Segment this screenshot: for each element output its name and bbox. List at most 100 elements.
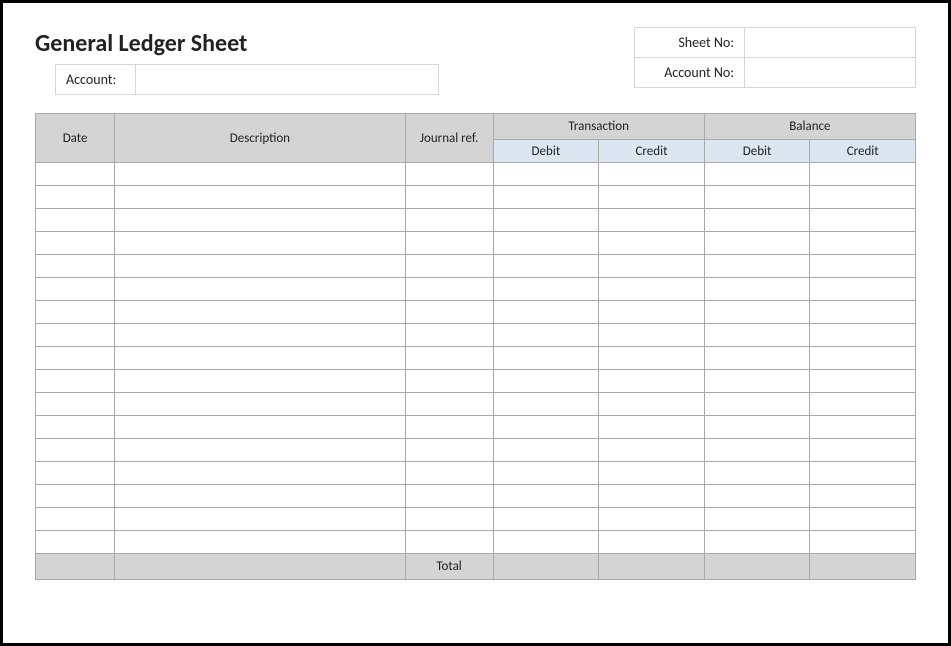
cell-date[interactable] bbox=[36, 278, 115, 301]
cell-b_credit[interactable] bbox=[810, 301, 916, 324]
cell-journal_ref[interactable] bbox=[405, 278, 493, 301]
cell-journal_ref[interactable] bbox=[405, 393, 493, 416]
cell-b_credit[interactable] bbox=[810, 278, 916, 301]
cell-b_debit[interactable] bbox=[704, 278, 810, 301]
cell-date[interactable] bbox=[36, 209, 115, 232]
cell-b_debit[interactable] bbox=[704, 163, 810, 186]
cell-t_credit[interactable] bbox=[599, 255, 705, 278]
cell-t_debit[interactable] bbox=[493, 508, 599, 531]
cell-b_credit[interactable] bbox=[810, 232, 916, 255]
cell-description[interactable] bbox=[115, 209, 405, 232]
cell-t_credit[interactable] bbox=[599, 439, 705, 462]
cell-b_credit[interactable] bbox=[810, 370, 916, 393]
cell-b_credit[interactable] bbox=[810, 255, 916, 278]
cell-journal_ref[interactable] bbox=[405, 462, 493, 485]
cell-b_debit[interactable] bbox=[704, 255, 810, 278]
cell-b_debit[interactable] bbox=[704, 301, 810, 324]
cell-b_credit[interactable] bbox=[810, 324, 916, 347]
cell-t_debit[interactable] bbox=[493, 485, 599, 508]
cell-t_credit[interactable] bbox=[599, 163, 705, 186]
cell-journal_ref[interactable] bbox=[405, 347, 493, 370]
cell-b_debit[interactable] bbox=[704, 370, 810, 393]
cell-description[interactable] bbox=[115, 531, 405, 554]
cell-journal_ref[interactable] bbox=[405, 163, 493, 186]
cell-t_credit[interactable] bbox=[599, 278, 705, 301]
cell-t_debit[interactable] bbox=[493, 255, 599, 278]
cell-journal_ref[interactable] bbox=[405, 232, 493, 255]
cell-date[interactable] bbox=[36, 508, 115, 531]
cell-t_debit[interactable] bbox=[493, 232, 599, 255]
cell-t_debit[interactable] bbox=[493, 278, 599, 301]
cell-description[interactable] bbox=[115, 485, 405, 508]
cell-b_debit[interactable] bbox=[704, 324, 810, 347]
cell-description[interactable] bbox=[115, 393, 405, 416]
cell-b_debit[interactable] bbox=[704, 416, 810, 439]
cell-date[interactable] bbox=[36, 301, 115, 324]
cell-b_credit[interactable] bbox=[810, 508, 916, 531]
cell-journal_ref[interactable] bbox=[405, 209, 493, 232]
cell-b_credit[interactable] bbox=[810, 163, 916, 186]
cell-t_debit[interactable] bbox=[493, 301, 599, 324]
cell-date[interactable] bbox=[36, 439, 115, 462]
cell-b_debit[interactable] bbox=[704, 485, 810, 508]
cell-b_credit[interactable] bbox=[810, 393, 916, 416]
cell-b_credit[interactable] bbox=[810, 439, 916, 462]
cell-b_credit[interactable] bbox=[810, 416, 916, 439]
cell-journal_ref[interactable] bbox=[405, 186, 493, 209]
cell-description[interactable] bbox=[115, 186, 405, 209]
cell-journal_ref[interactable] bbox=[405, 416, 493, 439]
cell-b_debit[interactable] bbox=[704, 439, 810, 462]
cell-journal_ref[interactable] bbox=[405, 531, 493, 554]
cell-t_debit[interactable] bbox=[493, 163, 599, 186]
cell-description[interactable] bbox=[115, 255, 405, 278]
account-no-value[interactable] bbox=[745, 58, 915, 87]
cell-date[interactable] bbox=[36, 370, 115, 393]
cell-date[interactable] bbox=[36, 347, 115, 370]
cell-t_debit[interactable] bbox=[493, 370, 599, 393]
cell-date[interactable] bbox=[36, 416, 115, 439]
cell-description[interactable] bbox=[115, 347, 405, 370]
cell-b_debit[interactable] bbox=[704, 462, 810, 485]
cell-t_debit[interactable] bbox=[493, 393, 599, 416]
cell-journal_ref[interactable] bbox=[405, 255, 493, 278]
cell-description[interactable] bbox=[115, 370, 405, 393]
cell-date[interactable] bbox=[36, 186, 115, 209]
cell-b_credit[interactable] bbox=[810, 462, 916, 485]
cell-t_credit[interactable] bbox=[599, 531, 705, 554]
cell-t_debit[interactable] bbox=[493, 531, 599, 554]
cell-b_debit[interactable] bbox=[704, 508, 810, 531]
account-value[interactable] bbox=[136, 65, 438, 94]
cell-description[interactable] bbox=[115, 301, 405, 324]
sheet-no-value[interactable] bbox=[745, 28, 915, 57]
cell-description[interactable] bbox=[115, 232, 405, 255]
cell-description[interactable] bbox=[115, 324, 405, 347]
cell-b_debit[interactable] bbox=[704, 347, 810, 370]
cell-description[interactable] bbox=[115, 439, 405, 462]
cell-journal_ref[interactable] bbox=[405, 485, 493, 508]
cell-t_credit[interactable] bbox=[599, 301, 705, 324]
cell-b_credit[interactable] bbox=[810, 347, 916, 370]
cell-b_credit[interactable] bbox=[810, 485, 916, 508]
cell-t_debit[interactable] bbox=[493, 462, 599, 485]
cell-t_credit[interactable] bbox=[599, 324, 705, 347]
cell-description[interactable] bbox=[115, 163, 405, 186]
cell-journal_ref[interactable] bbox=[405, 301, 493, 324]
cell-t_credit[interactable] bbox=[599, 347, 705, 370]
cell-date[interactable] bbox=[36, 531, 115, 554]
cell-date[interactable] bbox=[36, 232, 115, 255]
cell-b_debit[interactable] bbox=[704, 232, 810, 255]
cell-t_debit[interactable] bbox=[493, 347, 599, 370]
cell-t_credit[interactable] bbox=[599, 485, 705, 508]
cell-t_debit[interactable] bbox=[493, 439, 599, 462]
cell-b_debit[interactable] bbox=[704, 531, 810, 554]
cell-t_credit[interactable] bbox=[599, 508, 705, 531]
cell-t_debit[interactable] bbox=[493, 209, 599, 232]
cell-date[interactable] bbox=[36, 255, 115, 278]
cell-b_debit[interactable] bbox=[704, 186, 810, 209]
cell-t_debit[interactable] bbox=[493, 416, 599, 439]
cell-b_credit[interactable] bbox=[810, 186, 916, 209]
cell-t_credit[interactable] bbox=[599, 416, 705, 439]
cell-t_debit[interactable] bbox=[493, 324, 599, 347]
cell-t_debit[interactable] bbox=[493, 186, 599, 209]
cell-journal_ref[interactable] bbox=[405, 370, 493, 393]
